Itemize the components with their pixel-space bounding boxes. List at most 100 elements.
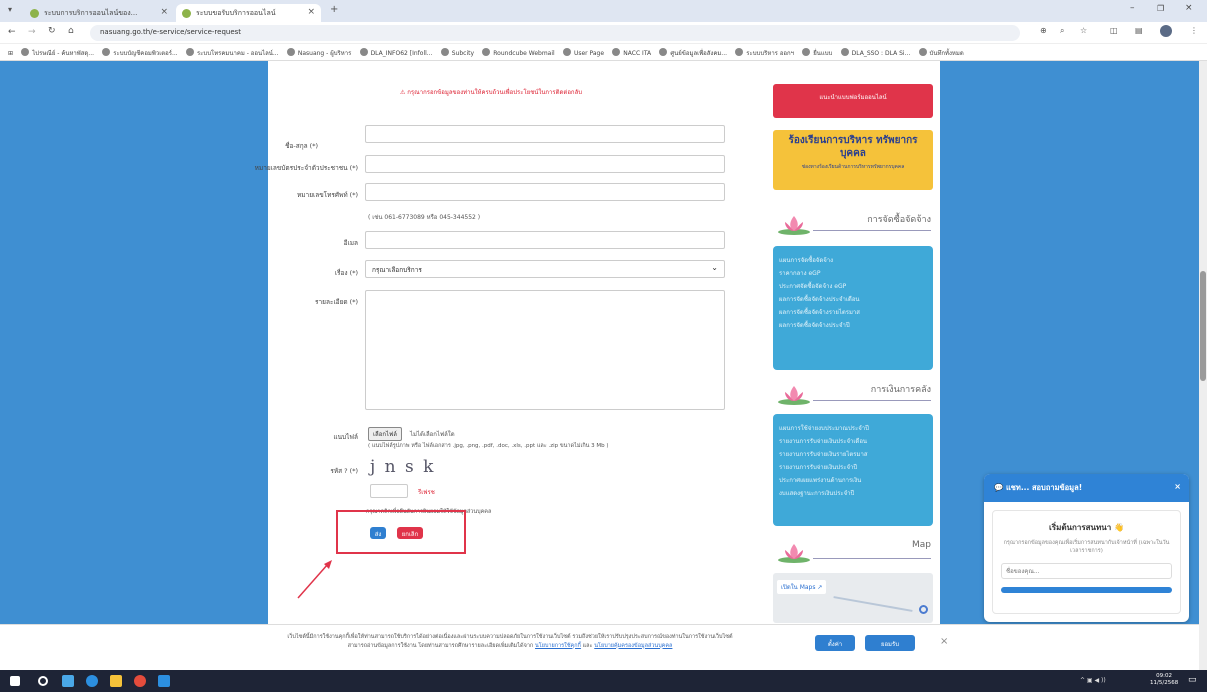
open-in-maps-link[interactable]: เปิดใน Maps ↗ (777, 580, 827, 594)
chat-header[interactable]: 💬 แชท... สอบถามข้อมูล! × (984, 474, 1189, 502)
procurement-header: การจัดซื้อจัดจ้าง (773, 208, 933, 244)
scrollbar-thumb[interactable] (1200, 271, 1206, 381)
phone-input[interactable] (365, 183, 725, 201)
submit-button[interactable]: ส่ง (370, 527, 386, 539)
cancel-button[interactable]: ยกเลิก (397, 527, 423, 539)
form-warning: ⚠ กรุณากรอกข้อมูลของท่านให้ครบถ้วนเพื่อป… (400, 89, 583, 96)
reload-icon[interactable]: ↻ (48, 26, 56, 36)
captcha-label: รหัส ? (*) (330, 467, 358, 475)
procurement-link[interactable]: ผลการจัดซื้อจัดจ้างประจำเดือน (779, 294, 927, 304)
complaint-banner[interactable]: ร้องเรียนการบริหาร ทรัพยากรบุคคล ช่องทาง… (773, 130, 933, 190)
divider (813, 558, 931, 559)
chat-widget: 💬 แชท... สอบถามข้อมูล! × เริ่มต้นการสนทนา… (984, 474, 1189, 622)
favicon-icon (182, 9, 191, 18)
edge-icon[interactable] (86, 675, 98, 687)
bookmark-item[interactable]: ไปรษณีย์ - ค้นหาพัสดุ... (21, 48, 94, 58)
menu-icon[interactable]: ⋮ (1190, 26, 1198, 35)
chat-start-button[interactable] (1001, 587, 1172, 594)
bookmark-item[interactable]: ระบบโทรคมนาคม - ออนไลน์... (185, 48, 279, 58)
divider (813, 400, 931, 401)
procurement-link[interactable]: แผนการจัดซื้อจัดจ้าง (779, 255, 927, 265)
store-icon[interactable] (158, 675, 170, 687)
email-input[interactable] (365, 231, 725, 249)
close-tab-icon[interactable]: × (160, 7, 168, 17)
bookmark-item[interactable]: Roundcube Webmail (482, 48, 555, 57)
tab-menu-icon[interactable]: ▾ (8, 5, 12, 14)
browser-tab-2[interactable]: ระบบขอรับบริการออนไลน์ × (176, 4, 321, 22)
cookie-close-icon[interactable]: × (940, 636, 948, 647)
restore-icon[interactable]: ❐ (1157, 4, 1164, 13)
bookmark-item[interactable]: ระบบบริหาร ออกฯ (735, 48, 794, 58)
finance-link[interactable]: รายงานการรับจ่ายเงินรายไตรมาส (779, 449, 927, 459)
bookmark-item[interactable]: ศูนย์ข้อมูลเพื่อสังคม... (659, 48, 727, 58)
zoom-icon[interactable]: ⌕ (1060, 26, 1064, 36)
bookmark-item[interactable]: Nasuang - ผู้บริหาร (286, 48, 351, 58)
sidebar-icon[interactable]: ▤ (1135, 26, 1143, 35)
procurement-link[interactable]: ผลการจัดซื้อจัดจ้างประจำปี (779, 320, 927, 330)
procurement-link[interactable]: ประกาศจัดซื้อจัดจ้าง eGP (779, 281, 927, 291)
profile-avatar[interactable] (1160, 25, 1172, 37)
top-banner[interactable]: แนะนำแบบฟอร์มออนไลน์ (773, 84, 933, 118)
name-input[interactable] (365, 125, 725, 143)
new-tab-icon[interactable]: + (330, 4, 338, 15)
bookmark-item[interactable]: User Page (562, 48, 604, 57)
translate-icon[interactable]: ⊕ (1040, 26, 1047, 35)
map-title: Map (912, 540, 931, 550)
browser-tab-strip: ▾ ระบบการบริการออนไลน์ของ... × ระบบขอรับ… (0, 0, 1207, 22)
extensions-icon[interactable]: ◫ (1110, 26, 1118, 35)
finance-link[interactable]: งบแสดงฐานะการเงินประจำปี (779, 488, 927, 498)
bookmark-item[interactable]: ยื่นแบบ (802, 48, 832, 58)
procurement-link[interactable]: ผลการจัดซื้อจัดจ้างรายไตรมาส (779, 307, 927, 317)
cookie-accept-button[interactable]: ยอมรับ (865, 635, 915, 651)
clock[interactable]: 09:02 11/5/2568 (1150, 673, 1178, 687)
bookmark-item[interactable]: DLA_INFO62 [Infoll... (359, 48, 433, 57)
search-icon[interactable] (38, 676, 48, 686)
finance-link[interactable]: แผนการใช้จ่ายงบประมาณประจำปี (779, 423, 927, 433)
procurement-link[interactable]: ราคากลาง eGP (779, 268, 927, 278)
subject-select[interactable]: กรุณาเลือกบริการ ⌄ (365, 260, 725, 278)
finance-link[interactable]: ประกาศเผยแพร่งานด้านการเงิน (779, 475, 927, 485)
cookie-policy-link[interactable]: นโยบายการใช้คุกกี้ (535, 643, 581, 649)
task-view-icon[interactable] (62, 675, 74, 687)
file-explorer-icon[interactable] (110, 675, 122, 687)
finance-links: แผนการใช้จ่ายงบประมาณประจำปี รายงานการรั… (773, 414, 933, 526)
captcha-input[interactable] (370, 484, 408, 498)
bookmark-item[interactable]: ระบบบัญชีคอมพิวเตอร์... (102, 48, 178, 58)
apps-icon[interactable]: ⊞ (8, 50, 13, 57)
detail-textarea[interactable] (365, 290, 725, 410)
address-bar[interactable]: nasuang.go.th/e-service/service-request (90, 25, 1020, 41)
cookie-settings-button[interactable]: ตั้งค่า (815, 635, 855, 651)
windows-start-icon[interactable] (10, 676, 20, 686)
bookmark-item[interactable]: Subcity (440, 48, 474, 57)
system-tray-icons[interactable]: ^ ▣ ◀ )) (1080, 677, 1106, 684)
notification-icon[interactable]: ▭ (1188, 675, 1197, 685)
favicon-icon (30, 9, 39, 18)
complaint-sub: ช่องทางร้องเรียนด้านการบริหารทรัพยากรบุค… (801, 164, 905, 170)
refresh-link[interactable]: รีเฟรช (418, 487, 435, 497)
idcard-input[interactable] (365, 155, 725, 173)
page-scrollbar[interactable] (1199, 61, 1207, 670)
close-tab-icon[interactable]: × (307, 7, 315, 17)
map-pin-icon (919, 605, 928, 614)
map-embed[interactable]: เปิดใน Maps ↗ (773, 573, 933, 623)
bookmark-star-icon[interactable]: ☆ (1080, 26, 1087, 35)
forward-icon[interactable]: → (28, 27, 36, 37)
bookmark-item[interactable]: DLA_SSO : DLA Si... (840, 48, 910, 57)
clock-date: 11/5/2568 (1150, 680, 1179, 687)
back-icon[interactable]: ← (8, 27, 16, 37)
finance-link[interactable]: รายงานการรับจ่ายเงินประจำปี (779, 462, 927, 472)
privacy-policy-link[interactable]: นโยบายคุ้มครองข้อมูลส่วนบุคคล (594, 643, 672, 649)
all-bookmarks[interactable]: บันทึกทั้งหมด (918, 48, 964, 58)
browser-tab-1[interactable]: ระบบการบริการออนไลน์ของ... × (24, 4, 174, 22)
idcard-label: หมายเลขบัตรประจำตัวประชาชน (*) (254, 164, 358, 172)
subject-label: เรื่อง (*) (334, 269, 358, 277)
bookmark-item[interactable]: NACC ITA (612, 48, 651, 57)
chat-name-input[interactable] (1001, 563, 1172, 580)
finance-link[interactable]: รายงานการรับจ่ายเงินประจำเดือน (779, 436, 927, 446)
minimize-icon[interactable]: – (1130, 3, 1135, 13)
close-window-icon[interactable]: × (1185, 3, 1193, 13)
chrome-icon[interactable] (134, 675, 146, 687)
chat-close-icon[interactable]: × (1174, 482, 1181, 491)
home-icon[interactable]: ⌂ (68, 26, 74, 36)
choose-file-button[interactable]: เลือกไฟล์ (368, 427, 402, 441)
